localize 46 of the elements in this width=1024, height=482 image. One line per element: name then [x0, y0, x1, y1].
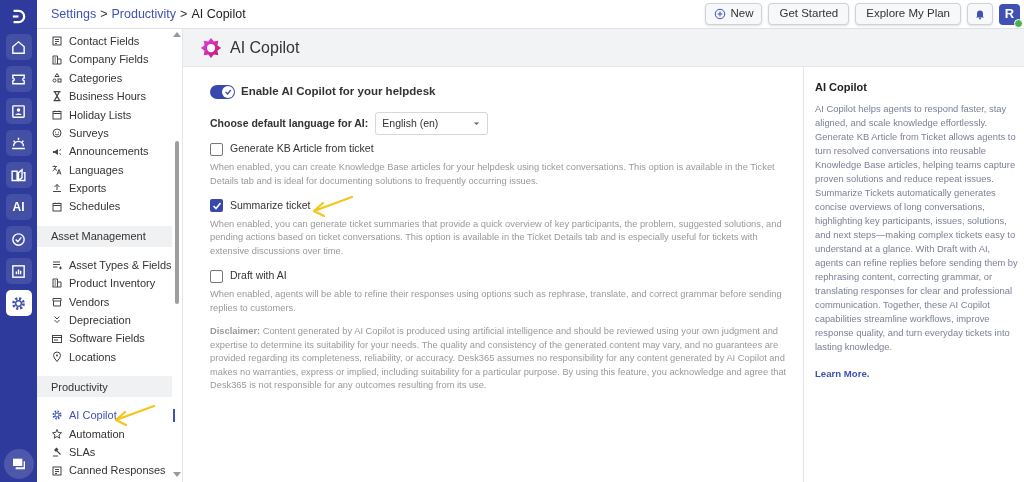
option-description: When enabled, you can create Knowledge Base articles for your helpdesk using ticket conversations. This option is available in the Ticket Details tab and is ideal for documenting solutions to frequently occurring issues. [210, 161, 776, 188]
sidebar-item[interactable]: Schedules [37, 197, 172, 216]
sidebar-item[interactable]: Contact Fields [37, 32, 172, 51]
checkbox-label: Draft with AI [230, 268, 287, 284]
sidebar-item[interactable]: Product Inventory [37, 274, 172, 293]
sidebar-item[interactable]: Automation [37, 424, 172, 444]
language-dropdown[interactable]: English (en) [375, 112, 489, 136]
disclaimer-text: Disclaimer: Content generated by AI Copilot is produced using artificial intelligence and should be reviewed using your own judgment and expertise to determine its suitability for your needs. The quality and consistency of the generated content may vary, and no guarantees are provided regarding its completeness, reliability, or accuracy. Desk365 assumes no responsibility for any content generated by AI Copilot and makes no warranties, express or implied, including suitability for a particular purpose. By using this feature, you acknowledge and agree that Desk365 is not responsible for any outcomes resulting from its use. [210, 325, 788, 392]
sidebar-item[interactable]: Categories [37, 68, 172, 88]
sidebar-item[interactable]: Business Hours [37, 87, 172, 106]
sidebar-item[interactable]: Vendors [37, 292, 172, 312]
option-description: When enabled, you can generate ticket summaries that provide a quick overview of key participants, the problem, suggested solutions, and pending actions based on ticket conversations. This option is available in the Ticket Details tab and is especially useful for tickets with extensive discussions over time. [210, 217, 783, 258]
sidebar-item[interactable]: Languages [37, 160, 172, 180]
sidebar-item[interactable]: SLAs [37, 443, 172, 462]
page-title: AI Copilot [230, 37, 300, 58]
sidebar-item[interactable]: Company Fields [37, 50, 172, 69]
option-description: When enabled, agents will be able to refine their responses using options such as rephrase, translate, and correct grammar before sending replies to customers. [210, 288, 783, 315]
breadcrumb-link[interactable]: Productivity [111, 4, 177, 24]
sidebar-section-header: Asset Management [37, 225, 172, 247]
header-button[interactable]: Get Started [768, 3, 850, 25]
sidebar-item[interactable]: Announcements [37, 142, 172, 161]
user-avatar[interactable]: R [999, 3, 1020, 25]
sidebar-item[interactable]: Holiday Lists [37, 105, 172, 124]
sidebar-item[interactable]: Asset Types & Fields [37, 255, 172, 275]
header-button[interactable]: Explore My Plan [855, 3, 961, 25]
help-text: AI Copilot helps agents to respond faster, stay aligned, and scale knowledge effortlessly. Generate KB Article from Ticket allows agents to turn resolved conversations into reusable Knowledge Base articles, helping teams capture proven solutions and reduce repeat issues. Summarize Tickets automatically generates concise overviews of long conversations, highlighting key participants, issues, solutions, and next steps—making complex tickets easy to understand at a glance. With Draft with AI, agents can refine replies before sending them by rephrasing content, correcting grammar, or translating responses for clear and professional communication. Together, these AI Copilot capabilities streamline workflows, improve response quality, and turn everyday tickets into lasting knowledge. [815, 101, 1018, 354]
nav-rail-button[interactable]: AI [5, 194, 32, 220]
breadcrumb-link[interactable]: Settings [51, 4, 97, 24]
sidebar-item[interactable]: Canned Responses [37, 461, 172, 480]
checkbox-label: Generate KB Article from ticket [230, 141, 374, 157]
breadcrumb-current: AI Copilot [191, 5, 246, 23]
sidebar-item[interactable]: Exports [37, 179, 172, 198]
new-button[interactable]: New [705, 3, 763, 25]
sidebar-section-header: Productivity [37, 376, 172, 398]
breadcrumb-separator: > [100, 5, 108, 23]
learn-more-link[interactable]: Learn More. [815, 367, 870, 379]
checkbox-label: Summarize ticket [230, 198, 311, 213]
sidebar-item[interactable]: Depreciation [37, 311, 172, 330]
sidebar-item[interactable]: Software Fields [37, 329, 172, 348]
toggle-label: Enable AI Copilot for your helpdesk [241, 84, 436, 99]
sidebar-item[interactable]: AI Copilot [37, 406, 172, 425]
field-label: Choose default language for AI: [210, 115, 369, 131]
sidebar-item[interactable]: Locations [37, 347, 172, 367]
breadcrumb-separator: > [180, 5, 188, 23]
help-title: AI Copilot [815, 80, 868, 95]
sidebar-item[interactable]: Surveys [37, 123, 172, 143]
